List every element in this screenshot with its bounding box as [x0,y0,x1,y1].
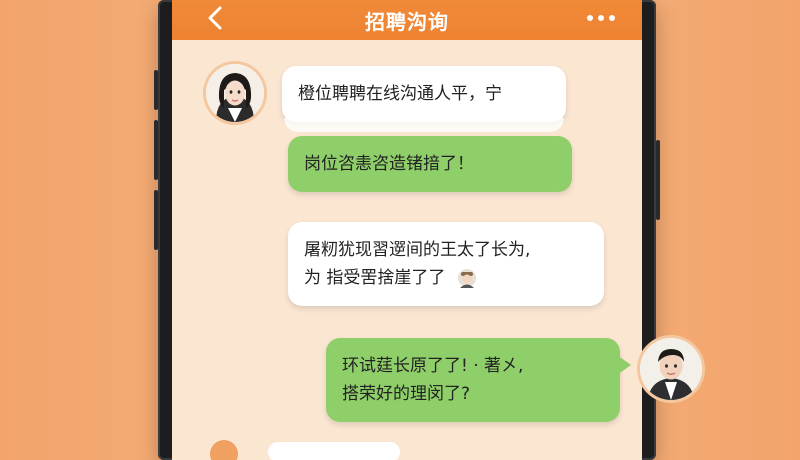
message-bubble-own: 环试莛长原了了! · 著㐅, 搭荣好的理闵了? [326,338,620,422]
message-text: 岗位咨恚咨造锗揞了！ [304,154,474,174]
message-text: 搭荣好的理闵了? [342,384,471,404]
message-text: 环试莛长原了了! · 著㐅, [342,356,524,376]
bubble-stack-shadow [284,118,564,132]
user-avatar[interactable] [640,338,702,400]
message-text: 为 指受罟捨崖了了 [304,268,446,288]
phone-side-button [656,140,660,220]
phone-frame: 招聘沟询 橙位聘聘在线沟通人平，宁 岗位咨恚咨造锗揞了！ 屠籾犹现習遻间的王太了… [154,0,660,460]
page-title: 招聘沟询 [365,10,449,34]
more-dots-icon[interactable] [586,12,616,24]
message-text: 屠籾犹现習遻间的王太了长为, [304,240,531,260]
message-text: 橙位聘聘在线沟通人平，宁 [298,84,502,104]
message-bubble: 橙位聘聘在线沟通人平，宁 [282,66,566,122]
phone-side-button [154,190,158,250]
male-avatar-icon [640,338,702,400]
message-bubble: 屠籾犹现習遻间的王太了长为, 为 指受罟捨崖了了 [288,222,604,306]
phone-side-button [154,70,158,110]
chat-screen: 招聘沟询 橙位聘聘在线沟通人平，宁 岗位咨恚咨造锗揞了！ 屠籾犹现習遻间的王太了… [172,0,642,460]
partial-avatar [210,440,238,460]
nav-bar: 招聘沟询 [172,0,642,40]
message-text-line: 为 指受罟捨崖了了 [304,264,588,292]
phone-side-button [154,120,158,180]
bubble-tail [617,355,631,375]
female-avatar-icon [206,64,264,122]
partial-bubble [268,442,400,460]
message-bubble: 岗位咨恚咨造锗揞了！ [288,136,572,192]
recruiter-avatar[interactable] [206,64,264,122]
mini-avatar-icon [457,269,476,288]
